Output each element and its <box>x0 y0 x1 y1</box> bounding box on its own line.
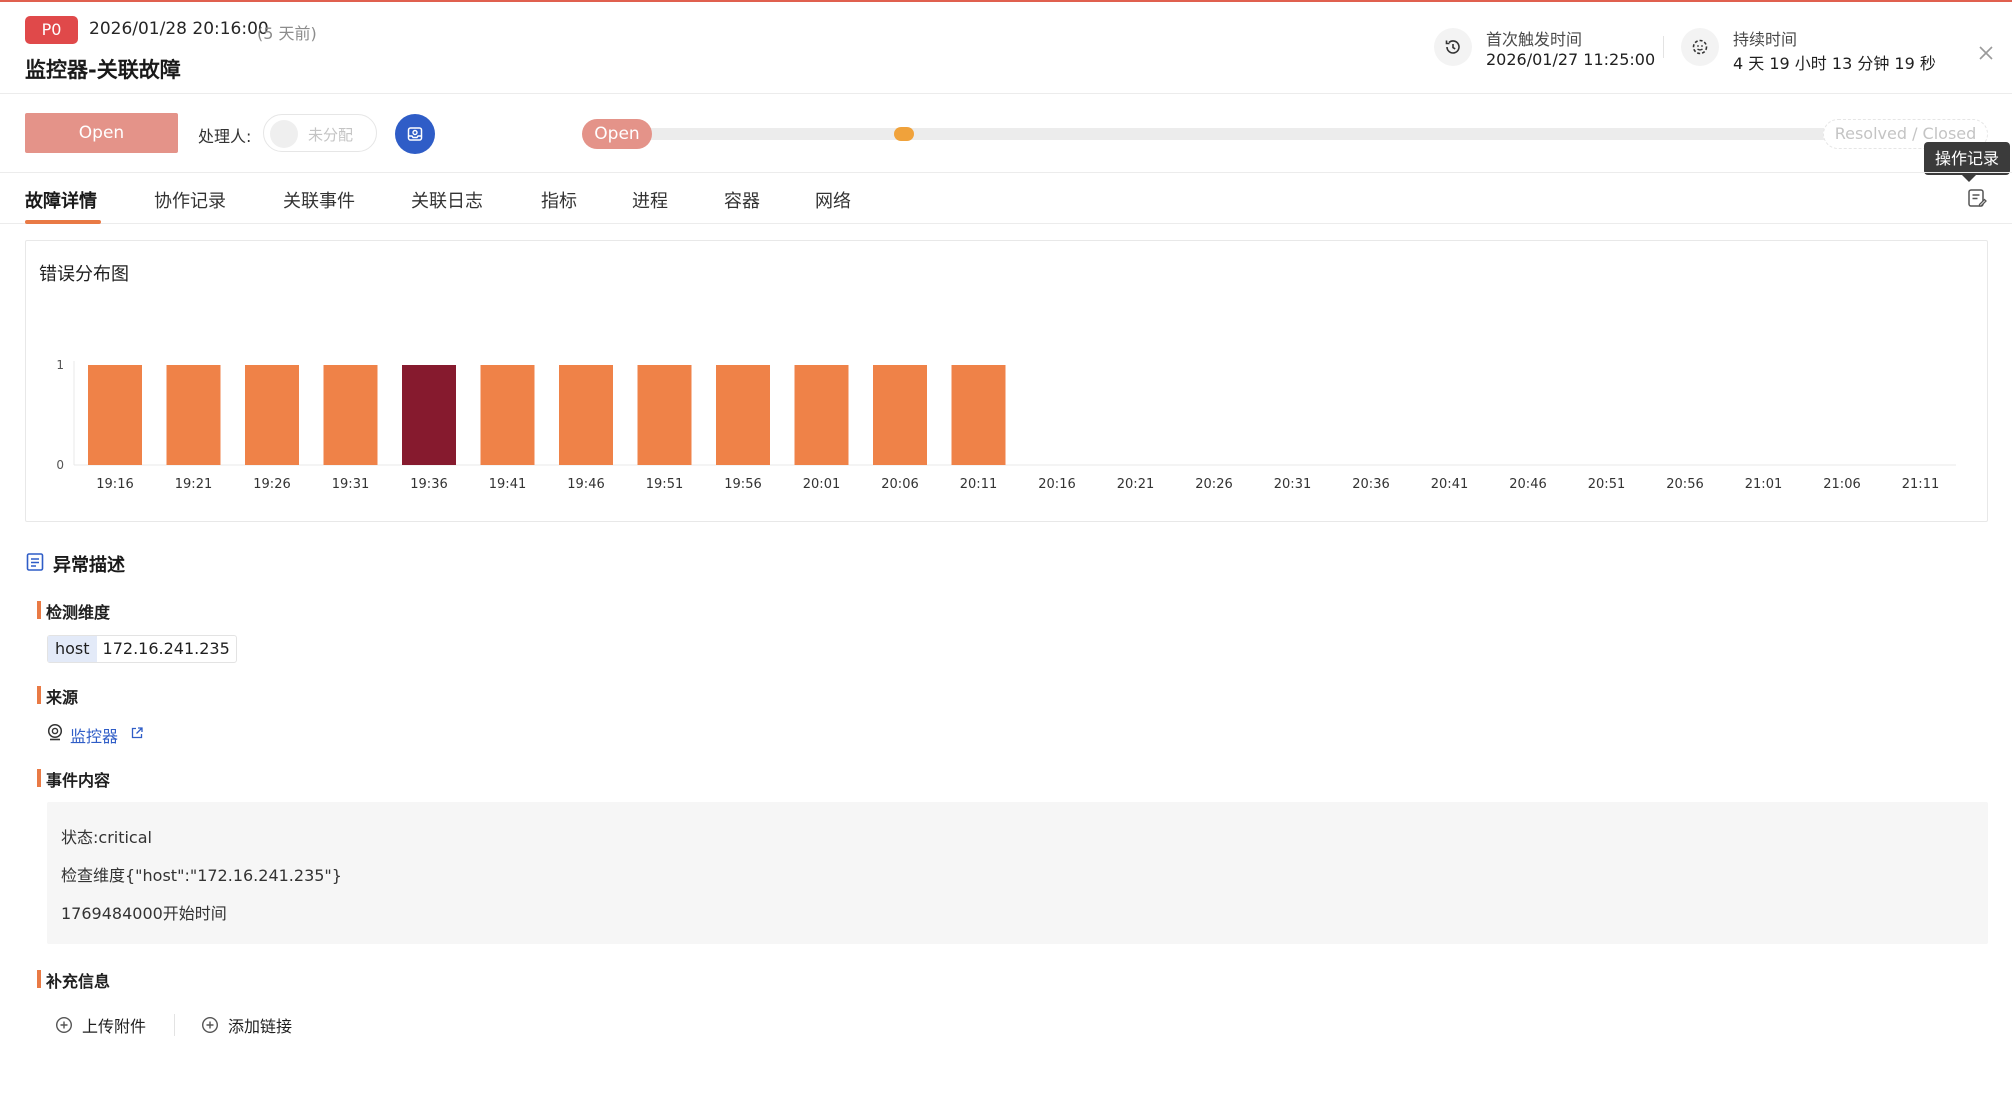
tab-details[interactable]: 故障详情 <box>25 187 97 213</box>
chart-bar <box>559 365 613 465</box>
x-tick-label: 20:26 <box>1195 477 1232 492</box>
monitor-icon <box>47 723 63 741</box>
x-tick-label: 20:36 <box>1352 477 1389 492</box>
tab-related-logs[interactable]: 关联日志 <box>411 187 483 213</box>
chart-bar <box>873 365 927 465</box>
progress-track <box>583 128 1923 140</box>
incident-time-ago: (5 天前) <box>257 24 317 43</box>
chart-bar <box>88 365 142 465</box>
assignee-selector[interactable]: 未分配 <box>263 114 377 152</box>
duration-label: 持续时间 <box>1733 30 1798 49</box>
x-tick-label: 21:06 <box>1823 477 1860 492</box>
x-tick-label: 20:01 <box>803 477 840 492</box>
tab-collab[interactable]: 协作记录 <box>154 187 226 213</box>
add-link-label: 添加链接 <box>228 1017 293 1036</box>
chart-bar <box>323 365 378 465</box>
x-tick-label: 20:51 <box>1588 477 1625 492</box>
inbox-user-icon <box>407 127 423 141</box>
tab-containers[interactable]: 容器 <box>724 187 760 213</box>
edit-log-icon[interactable] <box>1966 187 1988 209</box>
progress-open-stage: Open <box>582 119 652 149</box>
priority-badge: P0 <box>25 16 78 44</box>
incident-time: 2026/01/28 20:16:00 <box>89 19 269 39</box>
upload-attachment-label: 上传附件 <box>82 1017 147 1036</box>
x-tick-label: 19:21 <box>175 477 212 492</box>
dimension-value: 172.16.241.235 <box>102 639 230 658</box>
event-content-heading: 事件内容 <box>37 767 110 791</box>
tab-network[interactable]: 网络 <box>815 187 851 213</box>
tab-processes[interactable]: 进程 <box>632 187 668 213</box>
x-tick-label: 19:16 <box>96 477 133 492</box>
dimension-heading: 检测维度 <box>37 599 110 623</box>
error-distribution-chart: 错误分布图 0 1 19:16 19:21 19:26 19:31 19:36 19:41 19… <box>25 240 1988 522</box>
y-tick-label: 0 <box>56 458 64 472</box>
x-tick-label: 21:11 <box>1902 477 1939 492</box>
x-tick-label: 19:26 <box>253 477 290 492</box>
plus-circle-icon <box>201 1016 219 1034</box>
assignee-value: 未分配 <box>308 126 354 144</box>
source-link[interactable]: 监控器 <box>70 723 118 747</box>
plus-circle-icon <box>55 1016 73 1034</box>
x-tick-label: 19:56 <box>724 477 761 492</box>
chart-bar <box>951 365 1006 465</box>
event-line: 状态:critical <box>61 828 152 847</box>
chart-bar <box>245 365 299 465</box>
assignee-label: 处理人: <box>198 127 252 146</box>
section-title-description: 异常描述 <box>53 555 125 576</box>
document-icon <box>26 553 44 571</box>
event-content-box: 状态:critical 检查维度{"host":"172.16.241.235"… <box>47 802 1988 944</box>
tab-related-events[interactable]: 关联事件 <box>283 187 355 213</box>
chart-bar <box>637 365 692 465</box>
x-tick-label: 19:31 <box>332 477 369 492</box>
chart-bar <box>794 365 849 465</box>
x-tick-label: 19:41 <box>489 477 526 492</box>
active-tab-indicator <box>25 220 101 224</box>
timer-icon <box>1681 28 1719 66</box>
dimension-tag: host 172.16.241.235 <box>47 635 237 663</box>
close-icon[interactable] <box>1975 42 1997 64</box>
chart-bar <box>716 365 770 465</box>
upload-attachment-button[interactable]: 上传附件 <box>55 1012 146 1038</box>
meta-divider <box>1663 36 1664 58</box>
extra-info-heading: 补充信息 <box>37 968 110 992</box>
first-trigger-label: 首次触发时间 <box>1486 30 1583 49</box>
x-tick-label: 20:16 <box>1038 477 1075 492</box>
clock-history-icon <box>1434 28 1472 66</box>
status-button[interactable]: Open <box>25 113 178 153</box>
incident-header: P0 2026/01/28 20:16:00 (5 天前) 监控器-关联故障 首… <box>0 2 2012 94</box>
tab-bar: 故障详情 协作记录 关联事件 关联日志 指标 进程 容器 网络 <box>0 172 2012 224</box>
add-link-button[interactable]: 添加链接 <box>201 1012 292 1038</box>
tab-metrics[interactable]: 指标 <box>541 187 577 213</box>
external-link-icon[interactable] <box>130 726 144 740</box>
x-tick-label: 20:31 <box>1274 477 1311 492</box>
event-line: 检查维度{"host":"172.16.241.235"} <box>61 866 342 885</box>
x-tick-label: 20:11 <box>960 477 997 492</box>
chart-bar <box>166 365 221 465</box>
x-tick-label: 20:46 <box>1509 477 1546 492</box>
x-tick-label: 20:06 <box>881 477 918 492</box>
x-tick-label: 21:01 <box>1745 477 1782 492</box>
assign-button[interactable] <box>395 114 435 154</box>
x-tick-label: 19:51 <box>646 477 683 492</box>
event-line: 1769484000开始时间 <box>61 904 227 923</box>
first-trigger-value: 2026/01/27 11:25:00 <box>1486 50 1656 69</box>
button-divider <box>174 1014 175 1036</box>
incident-title: 监控器-关联故障 <box>25 58 181 82</box>
x-tick-label: 20:41 <box>1431 477 1468 492</box>
avatar <box>270 120 298 148</box>
x-tick-label: 19:36 <box>410 477 447 492</box>
progress-marker <box>894 127 914 141</box>
chart-canvas: 0 1 19:16 19:21 19:26 19:31 19:36 19:41 19:46 19:… <box>56 358 1956 492</box>
dimension-key: host <box>48 636 97 662</box>
chart-bar <box>480 365 535 465</box>
x-tick-label: 20:56 <box>1666 477 1703 492</box>
source-heading: 来源 <box>37 684 78 708</box>
chart-bar <box>402 365 456 465</box>
x-tick-label: 19:46 <box>567 477 604 492</box>
oplog-tooltip: 操作记录 <box>1924 142 2010 182</box>
x-tick-label: 20:21 <box>1117 477 1154 492</box>
y-tick-label: 1 <box>56 358 64 372</box>
duration-value: 4 天 19 小时 13 分钟 19 秒 <box>1733 54 1936 73</box>
